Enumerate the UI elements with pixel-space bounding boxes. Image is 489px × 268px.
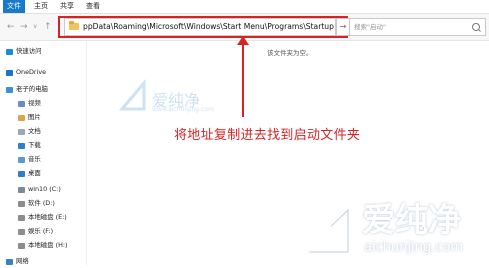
video-folder-icon: [18, 100, 25, 107]
sidebar-item[interactable]: 软件 (D:): [18, 198, 55, 209]
drive-icon: [18, 242, 25, 249]
sidebar-item-label: 软件 (D:): [28, 199, 55, 207]
sidebar-item[interactable]: win10 (C:): [18, 184, 61, 195]
drive-icon: [18, 214, 25, 221]
sidebar-item[interactable]: 网络: [6, 256, 29, 267]
sidebar-item-label: 下载: [28, 141, 41, 149]
sidebar-item-label: 娱乐 (F:): [28, 227, 54, 235]
desktop-folder-icon: [18, 170, 25, 177]
go-button[interactable]: →: [336, 18, 350, 36]
recent-locations-button[interactable]: ∨: [33, 21, 37, 33]
sidebar-item[interactable]: 本地磁盘 (E:): [18, 212, 67, 223]
sidebar-item-label: 网络: [16, 257, 29, 265]
sidebar-item[interactable]: OneDrive: [6, 67, 46, 78]
watermark-logo-icon: [118, 78, 146, 111]
network-icon: [6, 258, 13, 265]
sidebar-item-label: 快速访问: [16, 47, 42, 55]
sidebar-item-label: 本地磁盘 (H:): [28, 241, 68, 249]
sidebar-item[interactable]: 老子的电脑: [6, 84, 48, 95]
music-folder-icon: [18, 156, 25, 163]
back-button[interactable]: ←: [7, 21, 15, 33]
sidebar-item-label: 视频: [28, 99, 41, 107]
sidebar-item[interactable]: 文档: [18, 126, 41, 137]
sidebar-item[interactable]: 视频: [18, 98, 41, 109]
sidebar-item[interactable]: 下载: [18, 140, 41, 151]
sidebar-item-label: 桌面: [28, 169, 41, 177]
sidebar-item-label: 图片: [28, 113, 41, 121]
watermark-corner: 爱纯净 aichunjing.com: [298, 200, 463, 262]
search-input[interactable]: 搜索"启动": [354, 22, 386, 32]
sidebar-item[interactable]: 快速访问: [6, 46, 42, 57]
annotation-arrow: [242, 42, 244, 117]
drive-icon: [18, 200, 25, 207]
cloud-icon: [6, 69, 13, 76]
watermark-center: 爱纯净 www.aichunjing.com: [118, 78, 214, 117]
sidebar-item-label: 老子的电脑: [16, 85, 48, 93]
sidebar-item[interactable]: 娱乐 (F:): [18, 226, 53, 237]
address-highlight-box: [58, 16, 348, 38]
watermark-corner-url: aichunjing.com: [364, 240, 464, 255]
watermark-corner-brand: 爱纯净: [362, 200, 461, 239]
computer-icon: [6, 86, 13, 93]
sidebar-item[interactable]: 图片: [18, 112, 41, 123]
sidebar-item-label: OneDrive: [16, 68, 47, 76]
drive-icon: [18, 228, 25, 235]
windows-drive-icon: [18, 186, 25, 193]
sidebar-item-label: 音乐: [28, 155, 41, 163]
sidebar-item-label: 文档: [28, 127, 41, 135]
navigation-pane: 快速访问 OneDrive 老子的电脑视频图片文档下载音乐桌面 win10 (C:) 软…: [0, 41, 87, 265]
watermark-corner-logo-icon: [300, 206, 352, 256]
up-button[interactable]: ↑: [44, 21, 52, 33]
sidebar-item-label: win10 (C:): [28, 185, 61, 193]
empty-folder-message: 该文件夹为空。: [267, 49, 313, 57]
forward-button[interactable]: →: [20, 21, 28, 33]
tab-home[interactable]: 主页: [33, 0, 49, 13]
search-icon[interactable]: [472, 23, 480, 31]
sidebar-item-label: 本地磁盘 (E:): [28, 213, 67, 221]
tab-file[interactable]: 文件: [3, 0, 25, 13]
watermark-url: www.aichunjing.com: [152, 106, 214, 113]
tab-share[interactable]: 共享: [59, 0, 75, 13]
tab-view[interactable]: 查看: [85, 0, 101, 13]
sidebar-item[interactable]: 桌面: [18, 168, 41, 179]
pictures-folder-icon: [18, 114, 25, 121]
downloads-folder-icon: [18, 142, 25, 149]
star-icon: [6, 48, 13, 55]
ribbon-tabs: 文件 主页 共享 查看: [0, 0, 489, 14]
search-box[interactable]: 搜索"启动": [349, 18, 486, 36]
sidebar-item[interactable]: 本地磁盘 (H:): [18, 240, 68, 251]
annotation-instruction: 将地址复制进去找到启动文件夹: [174, 128, 361, 143]
sidebar-item[interactable]: 音乐: [18, 154, 41, 165]
documents-folder-icon: [18, 128, 25, 135]
